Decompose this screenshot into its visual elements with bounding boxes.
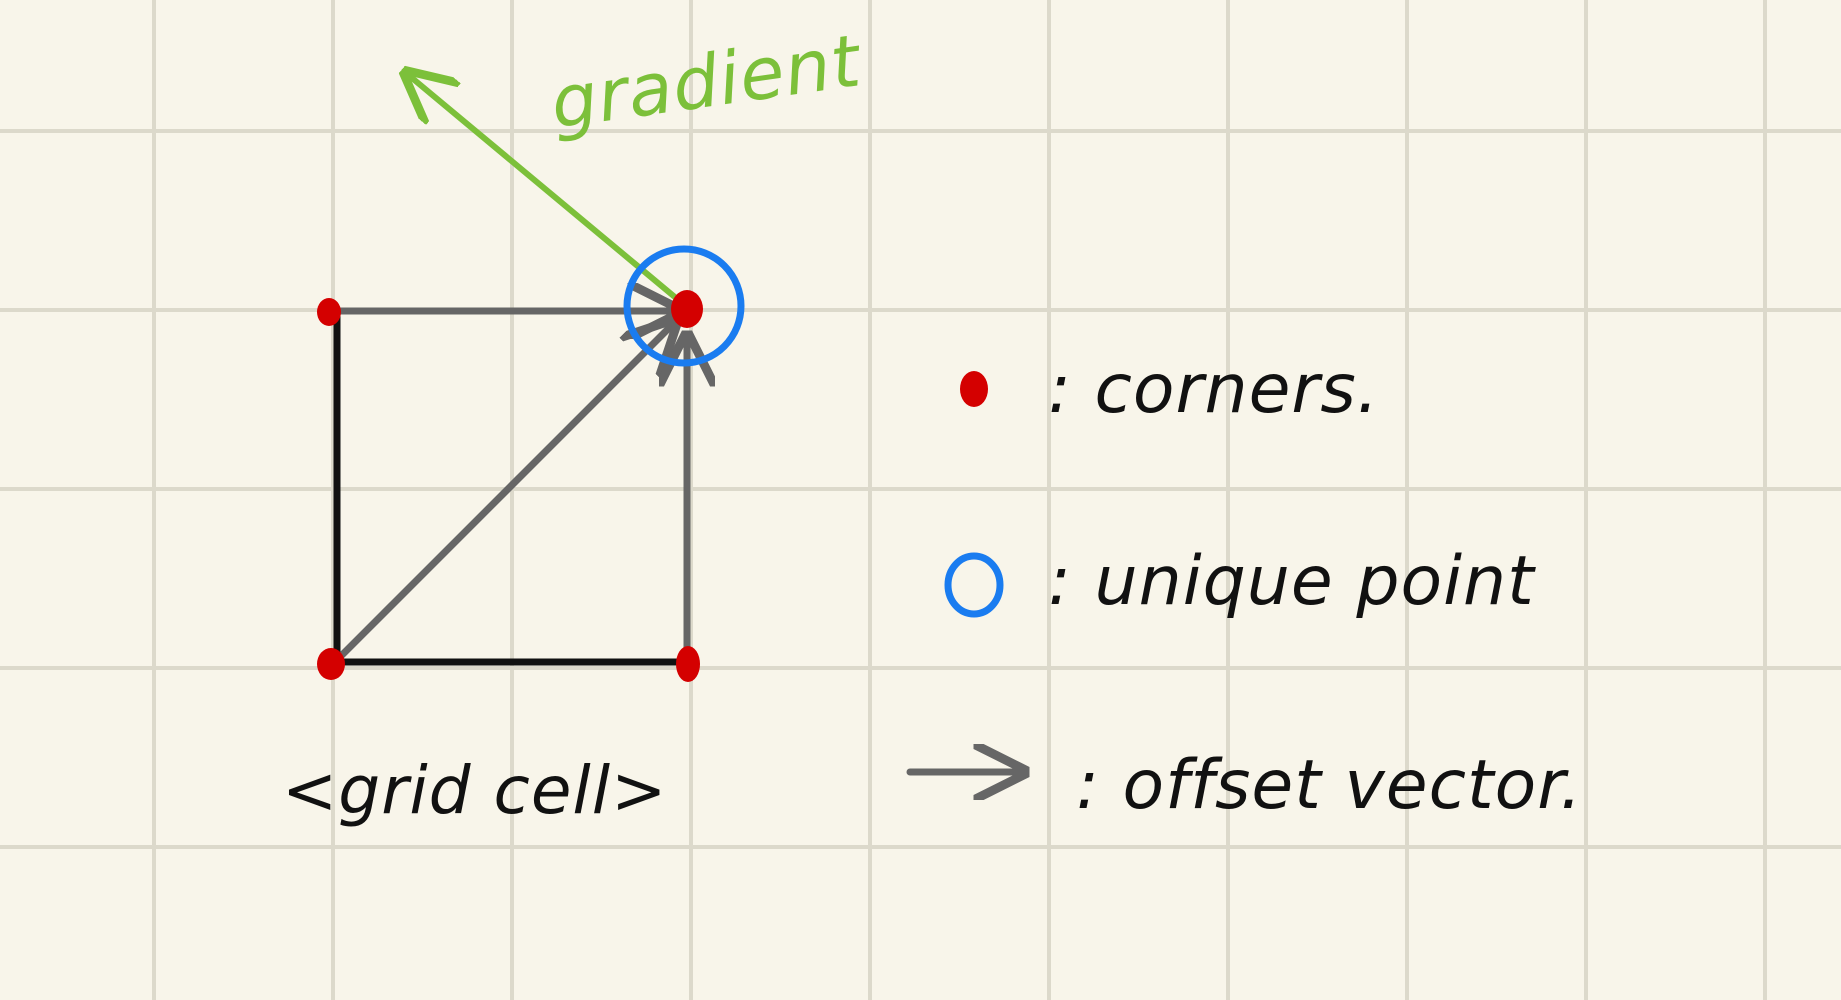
- offset-vectors: [326, 311, 687, 664]
- gradient-label: gradient: [546, 18, 868, 145]
- corner-bottom-right: [676, 646, 700, 682]
- legend-unique-point-icon: [944, 552, 1004, 618]
- legend-offset-vector-text: : offset vector.: [1076, 746, 1583, 825]
- legend-unique-point-text: : unique point: [1048, 542, 1536, 621]
- corner-top-left: [317, 298, 341, 326]
- corner-top-right: [671, 290, 703, 328]
- grid-paper: [0, 0, 1841, 1000]
- diagram-canvas: gradient <grid cell> : corners. : unique…: [0, 0, 1841, 1000]
- legend-corner-text: : corners.: [1048, 350, 1379, 429]
- corner-bottom-left: [317, 648, 345, 680]
- legend: : corners. : unique point : offset vecto…: [906, 350, 1583, 825]
- legend-corner-icon: [960, 371, 988, 407]
- cell-label: <grid cell>: [282, 752, 667, 829]
